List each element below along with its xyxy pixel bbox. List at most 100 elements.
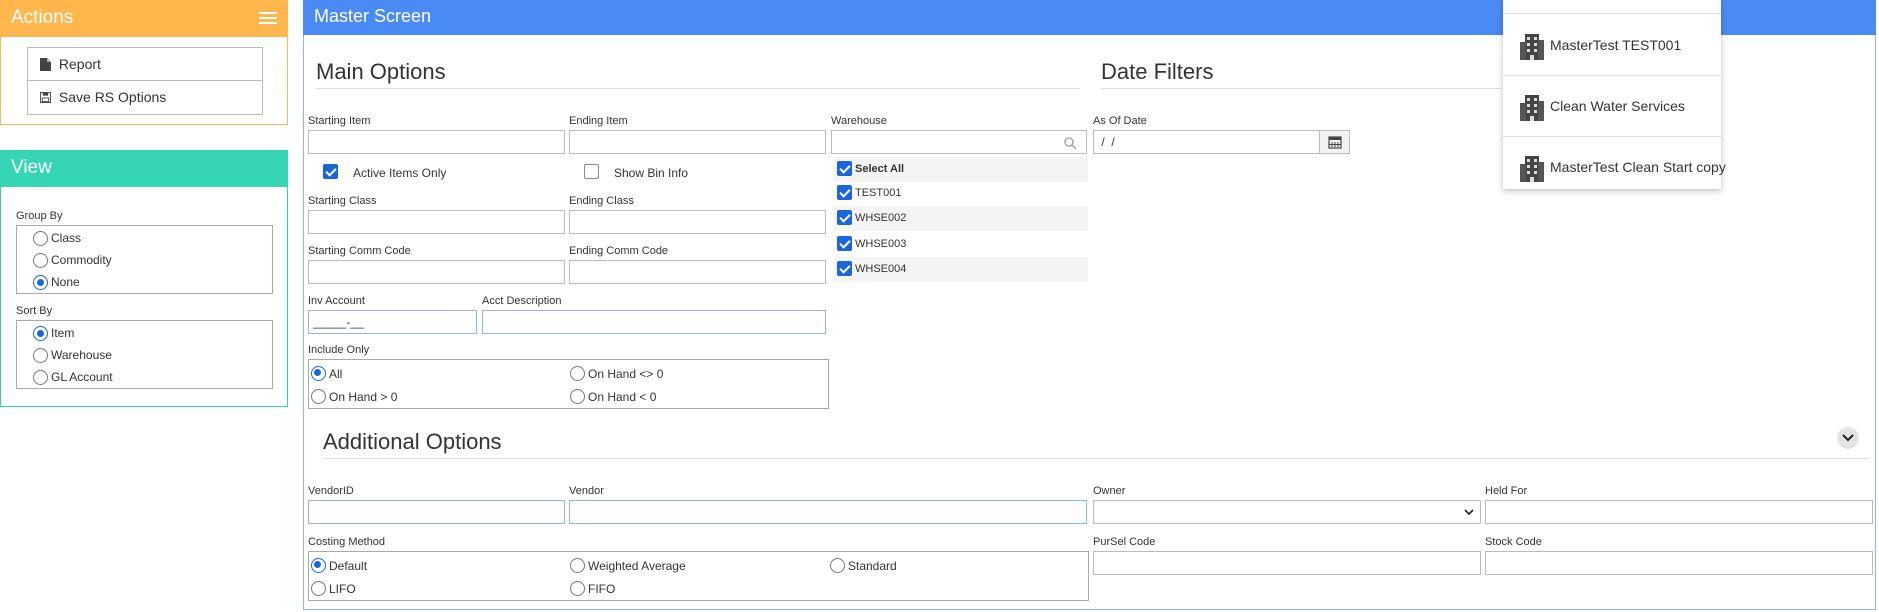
radio-button[interactable] [570,558,585,573]
group-by-radio-group: Class Commodity None [16,225,273,294]
warehouse-checkbox[interactable] [837,210,852,225]
costing-standard-option[interactable]: Standard [830,558,897,573]
ending-class-input[interactable] [569,210,826,234]
radio-button[interactable] [830,558,845,573]
active-items-only-label: Active Items Only [353,166,447,180]
radio-button[interactable] [33,370,48,385]
group-by-none-option[interactable]: None [17,271,272,293]
warehouse-checkbox[interactable] [837,236,852,251]
view-panel-title: View [11,157,52,178]
warehouse-row[interactable]: WHSE002 [834,206,1088,231]
include-all-option[interactable]: All [311,366,342,381]
select-all-checkbox[interactable] [837,161,852,176]
main-options-title: Main Options [316,59,446,84]
include-on-hand-positive-option[interactable]: On Hand > 0 [311,389,397,404]
starting-comm-code-input[interactable] [308,260,565,284]
include-on-hand-negative-option[interactable]: On Hand < 0 [570,389,656,404]
radio-button-selected[interactable] [311,558,326,573]
include-on-hand-not-zero-option[interactable]: On Hand <> 0 [570,366,663,381]
radio-label: Standard [848,559,897,573]
starting-item-input[interactable] [308,130,565,154]
starting-class-input[interactable] [308,210,565,234]
warehouse-row[interactable]: WHSE003 [834,232,1088,257]
starting-comm-code-label: Starting Comm Code [308,245,411,257]
show-bin-info-checkbox[interactable] [584,164,599,179]
sort-by-label: Sort By [16,305,53,317]
ending-comm-code-input[interactable] [569,260,826,284]
inv-account-input[interactable] [308,310,477,334]
section-divider [1101,88,1501,89]
costing-fifo-option[interactable]: FIFO [570,581,615,596]
sort-by-item-option[interactable]: Item [17,322,272,344]
include-only-label: Include Only [308,344,370,356]
warehouse-label-text: TEST001 [855,187,902,199]
radio-label: GL Account [51,370,113,384]
stock-code-label: Stock Code [1485,536,1542,548]
radio-button[interactable] [570,389,585,404]
warehouse-select-all-row[interactable]: Select All [834,157,1088,182]
include-only-radio-group: All On Hand <> 0 On Hand > 0 On Hand < 0 [308,359,829,409]
company-item-partial[interactable] [1503,0,1721,14]
warehouse-label: Warehouse [831,115,887,127]
radio-button-selected[interactable] [33,326,48,341]
search-icon [1064,137,1077,150]
save-rs-options-action[interactable]: Save RS Options [28,81,262,114]
costing-weighted-average-option[interactable]: Weighted Average [570,558,686,573]
collapse-toggle-button[interactable] [1837,427,1859,449]
vendor-label: Vendor [569,485,604,497]
vendor-id-label: VendorID [308,485,354,497]
group-by-commodity-option[interactable]: Commodity [17,249,272,271]
costing-default-option[interactable]: Default [311,558,367,573]
sort-by-warehouse-option[interactable]: Warehouse [17,344,272,366]
inv-account-label: Inv Account [308,295,365,307]
held-for-label: Held For [1485,485,1528,497]
radio-button[interactable] [33,253,48,268]
section-divider [323,458,1870,459]
group-by-class-option[interactable]: Class [17,227,272,249]
warehouse-checkbox[interactable] [837,261,852,276]
as-of-date-input[interactable] [1093,130,1320,154]
radio-button-selected[interactable] [311,366,326,381]
owner-label: Owner [1093,485,1126,497]
radio-button[interactable] [33,231,48,246]
radio-button[interactable] [570,581,585,596]
sort-by-gl-account-option[interactable]: GL Account [17,366,272,388]
radio-button[interactable] [570,366,585,381]
warehouse-row[interactable]: WHSE004 [834,257,1088,282]
calendar-button[interactable] [1319,130,1350,154]
held-for-input[interactable] [1485,500,1873,524]
radio-button[interactable] [311,581,326,596]
stock-code-input[interactable] [1485,551,1873,575]
acct-description-input[interactable] [482,310,826,334]
owner-select[interactable] [1093,500,1481,524]
report-action-label: Report [58,56,101,72]
company-item[interactable]: MasterTest TEST001 [1503,15,1721,76]
warehouse-row[interactable]: TEST001 [834,181,1088,206]
save-icon [40,92,51,103]
report-action[interactable]: Report [28,48,262,81]
radio-button-selected[interactable] [33,275,48,290]
radio-button[interactable] [33,348,48,363]
company-item[interactable]: Clean Water Services [1503,76,1721,137]
warehouse-checkbox[interactable] [837,185,852,200]
radio-label: On Hand > 0 [329,390,398,404]
active-items-only-checkbox[interactable] [323,164,338,179]
file-icon [40,58,51,71]
company-item[interactable]: MasterTest Clean Start copy [1503,137,1726,198]
pursel-code-input[interactable] [1093,551,1481,575]
radio-label: All [329,367,343,381]
vendor-input[interactable] [569,500,1087,524]
actions-panel: Actions Report Save RS Options [0,0,288,125]
radio-label: Default [329,559,368,573]
starting-class-label: Starting Class [308,195,377,207]
hamburger-menu-icon[interactable] [259,12,277,26]
vendor-id-input[interactable] [308,500,565,524]
ending-comm-code-label: Ending Comm Code [569,245,669,257]
ending-item-label: Ending Item [569,115,628,127]
warehouse-search-input[interactable] [831,130,1087,154]
ending-item-input[interactable] [569,130,826,154]
view-panel-header: View [1,151,287,187]
view-panel: View Group By Class Commodity None Sort … [0,150,288,407]
costing-lifo-option[interactable]: LIFO [311,581,356,596]
radio-button[interactable] [311,389,326,404]
